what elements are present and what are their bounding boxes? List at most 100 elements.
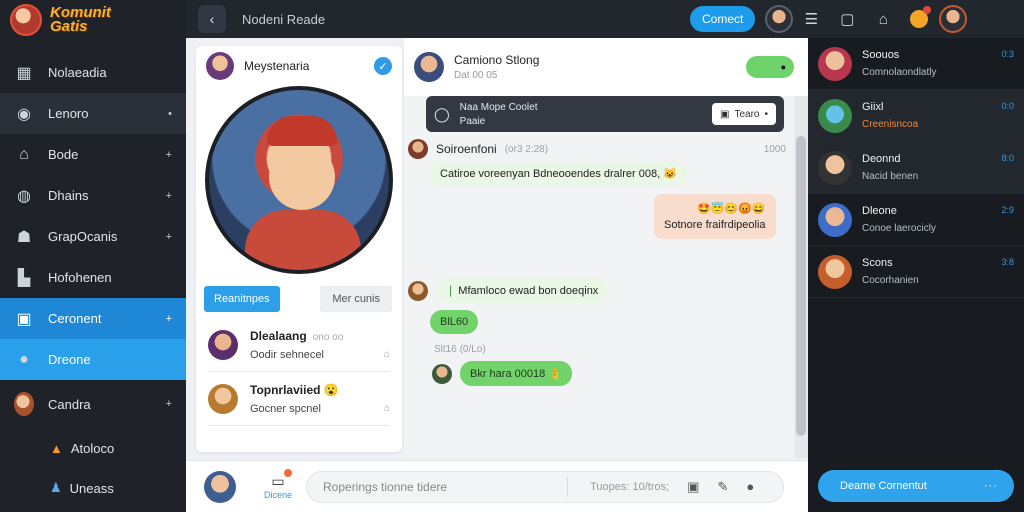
list-item[interactable]: Dlealaang ono oo Oodir sehnecel ⌂ <box>208 318 390 372</box>
bookmark-icon[interactable]: ▢ <box>829 0 865 38</box>
message-header: Soiroenfoni (or3 2:28) 1000 <box>408 139 786 159</box>
conversation-preview: Cocorhanien <box>862 275 919 286</box>
conversation-name: Giixl <box>862 101 884 113</box>
flame-icon: ▲ <box>50 440 63 456</box>
contact-avatar <box>208 329 238 360</box>
list-item[interactable]: Topnrlaviied 😮 Gocner spcnel ⌂ <box>208 372 390 426</box>
contact-subtitle: Oodir sehnecel <box>250 348 324 361</box>
sidebar-item-8[interactable]: Candra + <box>0 380 186 428</box>
conversation-item[interactable]: Dleone 2:9 Conoe laerocicly <box>808 194 1024 246</box>
conversation-time: 3:8 <box>1001 257 1014 267</box>
sidebar-item-label: Hofohenen <box>48 270 112 285</box>
sidebar-subitem-1[interactable]: ♟ Uneass <box>0 468 186 508</box>
user-avatar[interactable] <box>765 5 794 33</box>
grid-icon: ▦ <box>16 64 32 82</box>
app-logo[interactable]: Komunit Gatis <box>0 0 186 40</box>
info-icon: ◯ <box>434 105 450 122</box>
back-button[interactable]: ‹ <box>198 5 226 33</box>
message-meta: Tuopes: 10/tros; <box>590 480 670 493</box>
logo-text-line2: Gatis <box>50 18 88 35</box>
online-toggle[interactable]: ● <box>746 56 794 78</box>
sidebar-item-6[interactable]: ▣ Ceronent + <box>0 298 186 339</box>
conversation-name: Deonnd <box>862 153 901 165</box>
message-author: Soiroenfoni <box>436 142 497 156</box>
new-conversation-button[interactable]: Deame Cornentut ··· <box>818 470 1014 502</box>
mic-icon[interactable]: ● <box>746 479 754 494</box>
sidebar-item-2[interactable]: ⌂ Bode + <box>0 134 186 175</box>
pinned-title: Naa Mope Coolet <box>459 101 538 113</box>
store-icon[interactable]: ⌂ <box>865 0 901 38</box>
attachment-button[interactable]: ▭ Dicene <box>258 469 298 500</box>
message-placeholder: Roperings tionne tidere <box>323 479 448 494</box>
sidebar-subitem-0[interactable]: ▲ Atoloco <box>0 428 186 468</box>
profile-avatar[interactable] <box>939 5 968 33</box>
message-input[interactable]: Roperings tionne tidere Tuopes: 10/tros;… <box>306 470 784 503</box>
message-avatar <box>432 363 452 384</box>
chat-status: Dat 00 05 <box>454 70 498 81</box>
sidebar-item-4[interactable]: ☗ GrapOcanis + <box>0 216 186 257</box>
pinned-subtitle: Paaie <box>459 115 486 127</box>
connect-button[interactable]: Comect <box>690 6 756 32</box>
profile-small-avatar <box>206 52 234 80</box>
sidebar-item-label: Dreone <box>48 352 91 367</box>
new-conversation-label: Deame Cornentut <box>840 480 927 492</box>
sidebar-item-7[interactable]: ● Dreone <box>0 339 186 380</box>
conversation-item[interactable]: Giixl 0:0 Creenisncoa <box>808 90 1024 142</box>
sidebar-item-label: Candra <box>48 396 91 412</box>
profile-large-avatar <box>205 86 393 274</box>
conversation-item[interactable]: Deonnd 8:0 Nacid benen <box>808 142 1024 194</box>
more-icon[interactable]: ··· <box>984 480 998 492</box>
emoji-icon: 😮 <box>323 382 339 397</box>
conversation-time: 0:3 <box>1001 49 1014 59</box>
home-icon: ⌂ <box>19 145 29 163</box>
leaf-icon: ❘ <box>446 285 456 297</box>
message-avatar <box>408 139 428 159</box>
avatar <box>14 392 34 416</box>
sidebar-item-chevron: + <box>165 230 172 243</box>
scrollbar-thumb[interactable] <box>796 136 806 436</box>
chat-panel: Camiono Stlong Dat 00 05 ● ◯ Naa Mope Co… <box>404 38 808 458</box>
sidebar-item-chevron: + <box>165 398 172 410</box>
home-icon[interactable]: ⌂ <box>384 403 390 415</box>
profile-card: Meystenaria ✓ Reanitnpes Mer cunis Dleal… <box>196 46 402 452</box>
conversation-avatar <box>818 150 852 185</box>
menu-icon[interactable]: ☰ <box>793 0 829 38</box>
conversation-item[interactable]: Soouos 0:3 Comnolaondlatly <box>808 38 1024 90</box>
conversation-time: 2:9 <box>1001 205 1014 215</box>
home-icon[interactable]: ⌂ <box>384 349 390 361</box>
notification-icon[interactable] <box>901 0 937 38</box>
message-time: Slt16 (0/Lo) <box>434 344 486 355</box>
sidebar-item-0[interactable]: ▦ Nolaeadia <box>0 52 186 93</box>
sidebar-item-chevron: • <box>168 107 172 120</box>
image-icon[interactable]: ▣ <box>687 479 699 495</box>
chat-scrollbar[interactable] <box>794 96 808 458</box>
profile-primary-button[interactable]: Reanitnpes <box>204 286 280 312</box>
message-time: 1000 <box>763 143 786 155</box>
top-bar: ‹ Nodeni Reade Comect ☰ ▢ ⌂ <box>186 0 1024 38</box>
conversation-item[interactable]: Scons 3:8 Cocorhanien <box>808 246 1024 298</box>
message-meta: (or3 2:28) <box>504 143 549 155</box>
contact-avatar <box>208 383 238 414</box>
profile-secondary-button[interactable]: Mer cunis <box>320 286 392 312</box>
globe-icon: ◉ <box>17 105 31 123</box>
pinned-message[interactable]: ◯ Naa Mope Coolet Paaie ▣ Tearo • <box>426 96 784 132</box>
conversation-avatar <box>818 46 852 81</box>
contact-subtitle: Gocner spcnel <box>250 402 321 415</box>
chat-name: Camiono Stlong <box>454 53 540 67</box>
flag-icon: ▣ <box>720 108 730 120</box>
message-bubble: 🤩😇😊😡😄 Sotnore fraifrdipeolia <box>654 194 776 239</box>
folder-icon: ▭ <box>271 473 285 489</box>
sidebar-item-chevron: + <box>165 312 172 325</box>
notification-badge <box>923 6 932 14</box>
sidebar-item-label: Lenoro <box>48 106 89 121</box>
conversation-list: Soouos 0:3 Comnolaondlatly Giixl 0:0 Creen… <box>808 38 1024 512</box>
sidebar-item-chevron: + <box>165 189 172 202</box>
world-icon: ◍ <box>17 187 31 205</box>
pen-icon[interactable]: ✎ <box>717 479 728 495</box>
conversation-avatar <box>818 254 852 289</box>
message-bubble: BlL60 <box>430 310 479 334</box>
sidebar-item-3[interactable]: ◍ Dhains + <box>0 175 186 216</box>
sidebar-item-5[interactable]: ▙ Hofohenen <box>0 257 186 298</box>
sidebar-item-1[interactable]: ◉ Lenoro • <box>0 93 186 134</box>
pinned-action-button[interactable]: ▣ Tearo • <box>712 103 776 125</box>
